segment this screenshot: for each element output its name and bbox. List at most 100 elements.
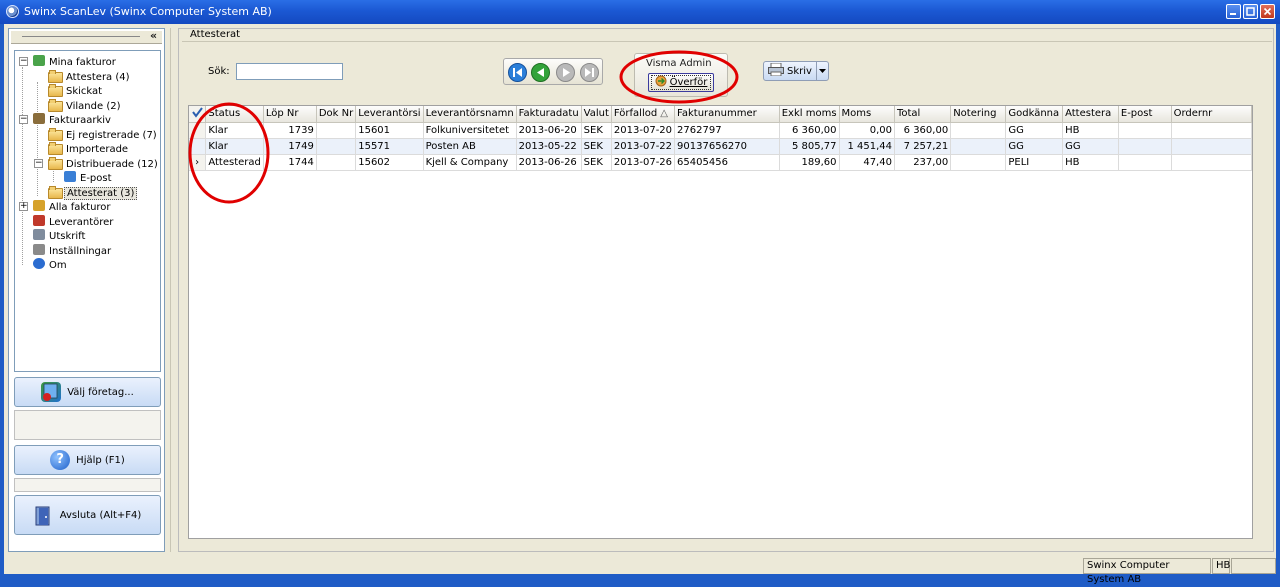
- tree-item[interactable]: Vilande (2): [48, 98, 123, 113]
- column-header[interactable]: Löp Nr: [263, 106, 317, 123]
- collapse-icon[interactable]: −: [34, 158, 43, 168]
- column-header[interactable]: Godkänna: [1005, 106, 1064, 123]
- table-row[interactable]: Klar 1739 15601 Folkuniversitetet 2013-06-20…: [189, 122, 1253, 139]
- table-cell[interactable]: Klar: [205, 138, 264, 155]
- table-cell[interactable]: 90137656270: [674, 138, 780, 155]
- column-header[interactable]: Attestera: [1062, 106, 1119, 123]
- table-cell[interactable]: [1118, 154, 1172, 171]
- table-cell[interactable]: SEK: [581, 138, 612, 155]
- collapse-icon[interactable]: −: [19, 115, 28, 124]
- print-button[interactable]: Skriv: [763, 61, 829, 81]
- table-cell[interactable]: [1171, 154, 1253, 171]
- table-cell[interactable]: 2013-06-26: [516, 154, 582, 171]
- panel-splitter[interactable]: [170, 28, 175, 552]
- table-cell[interactable]: Attesterad: [205, 154, 264, 171]
- column-header[interactable]: Notering: [950, 106, 1007, 123]
- tree-item[interactable]: Skickat: [48, 84, 104, 98]
- tree-item[interactable]: Utskrift: [33, 229, 87, 243]
- tree-item[interactable]: Attestera (4): [48, 69, 132, 84]
- table-cell[interactable]: 15602: [355, 154, 424, 171]
- column-header[interactable]: Exkl moms: [779, 106, 840, 123]
- choose-company-button[interactable]: Välj företag...: [14, 377, 161, 407]
- help-button[interactable]: ? Hjälp (F1): [14, 445, 161, 475]
- tree-item[interactable]: Om: [33, 258, 69, 272]
- tree-item[interactable]: Inställningar: [33, 243, 113, 258]
- table-cell[interactable]: 0,00: [839, 122, 895, 139]
- table-cell[interactable]: HB: [1062, 154, 1119, 171]
- table-cell[interactable]: [950, 122, 1007, 139]
- table-cell[interactable]: 1744: [263, 154, 317, 171]
- table-cell[interactable]: 65405456: [674, 154, 780, 171]
- expand-icon[interactable]: +: [19, 202, 28, 211]
- tree-item[interactable]: Leverantörer: [33, 214, 115, 229]
- table-cell[interactable]: 5 805,77: [779, 138, 840, 155]
- exit-button[interactable]: Avsluta (Alt+F4): [14, 495, 161, 535]
- tree-item[interactable]: − Distribuerade (12): [34, 156, 160, 171]
- minimize-button[interactable]: [1226, 4, 1241, 19]
- tree-item[interactable]: − Mina fakturor: [19, 55, 118, 69]
- table-cell[interactable]: 2013-06-20: [516, 122, 582, 139]
- column-header[interactable]: Leverantörsi: [355, 106, 424, 123]
- table-cell[interactable]: [1118, 122, 1172, 139]
- transfer-button[interactable]: Överför: [648, 73, 714, 92]
- table-cell[interactable]: SEK: [581, 122, 612, 139]
- table-cell[interactable]: [316, 138, 357, 155]
- table-cell[interactable]: 2013-05-22: [516, 138, 582, 155]
- table-cell[interactable]: 6 360,00: [894, 122, 952, 139]
- table-cell[interactable]: [316, 122, 357, 139]
- tree-item[interactable]: + Alla fakturor: [19, 200, 113, 214]
- table-cell[interactable]: [1171, 138, 1253, 155]
- table-cell[interactable]: GG: [1005, 122, 1064, 139]
- table-cell[interactable]: [950, 138, 1007, 155]
- table-cell[interactable]: 15571: [355, 138, 424, 155]
- table-cell[interactable]: 2013-07-26: [611, 154, 676, 171]
- table-cell[interactable]: 189,60: [779, 154, 840, 171]
- table-cell[interactable]: [316, 154, 357, 171]
- table-cell[interactable]: GG: [1005, 138, 1064, 155]
- table-cell[interactable]: HB: [1062, 122, 1119, 139]
- table-cell[interactable]: Posten AB: [423, 138, 517, 155]
- table-cell[interactable]: GG: [1062, 138, 1119, 155]
- tree-item[interactable]: Importerade: [48, 142, 130, 156]
- tree-item[interactable]: Attesterat (3): [48, 185, 138, 200]
- table-cell[interactable]: Kjell & Company: [423, 154, 517, 171]
- tree-item[interactable]: E-post: [64, 171, 114, 185]
- collapse-panel-button[interactable]: «: [150, 29, 157, 42]
- column-header[interactable]: Leverantörsnamn: [423, 106, 517, 123]
- column-header[interactable]: Moms: [839, 106, 895, 123]
- collapse-icon[interactable]: −: [19, 57, 28, 66]
- column-header[interactable]: Dok Nr: [316, 106, 357, 123]
- tree-item[interactable]: Ej registrerade (7): [48, 127, 159, 142]
- table-cell[interactable]: [950, 154, 1007, 171]
- tree-item[interactable]: − Fakturaarkiv: [19, 113, 113, 127]
- print-dropdown-button[interactable]: [816, 62, 828, 80]
- table-cell[interactable]: [1171, 122, 1253, 139]
- table-cell[interactable]: 2762797: [674, 122, 780, 139]
- column-header[interactable]: Status: [205, 106, 264, 123]
- table-cell[interactable]: 2013-07-20: [611, 122, 676, 139]
- column-header[interactable]: E-post: [1118, 106, 1172, 123]
- column-header[interactable]: Fakturanummer: [674, 106, 780, 123]
- table-cell[interactable]: 7 257,21: [894, 138, 952, 155]
- select-all-icon[interactable]: [189, 106, 207, 123]
- table-cell[interactable]: 1739: [263, 122, 317, 139]
- next-record-button[interactable]: [556, 63, 575, 82]
- table-row[interactable]: Klar 1749 15571 Posten AB 2013-05-22 SEK 2013-…: [189, 138, 1253, 155]
- table-cell[interactable]: 1749: [263, 138, 317, 155]
- table-cell[interactable]: SEK: [581, 154, 612, 171]
- previous-record-button[interactable]: [531, 63, 550, 82]
- column-header[interactable]: Förfallod △: [611, 106, 676, 123]
- column-header[interactable]: Valut: [581, 106, 612, 123]
- close-button[interactable]: [1260, 4, 1275, 19]
- table-cell[interactable]: 6 360,00: [779, 122, 840, 139]
- column-header[interactable]: Total: [894, 106, 952, 123]
- table-cell[interactable]: 2013-07-22: [611, 138, 676, 155]
- column-header[interactable]: Ordernr: [1171, 106, 1253, 123]
- last-record-button[interactable]: [580, 63, 599, 82]
- table-cell[interactable]: PELI: [1005, 154, 1064, 171]
- maximize-button[interactable]: [1243, 4, 1258, 19]
- search-input[interactable]: [236, 63, 343, 80]
- first-record-button[interactable]: [508, 63, 527, 82]
- table-cell[interactable]: Klar: [205, 122, 264, 139]
- table-cell[interactable]: 1 451,44: [839, 138, 895, 155]
